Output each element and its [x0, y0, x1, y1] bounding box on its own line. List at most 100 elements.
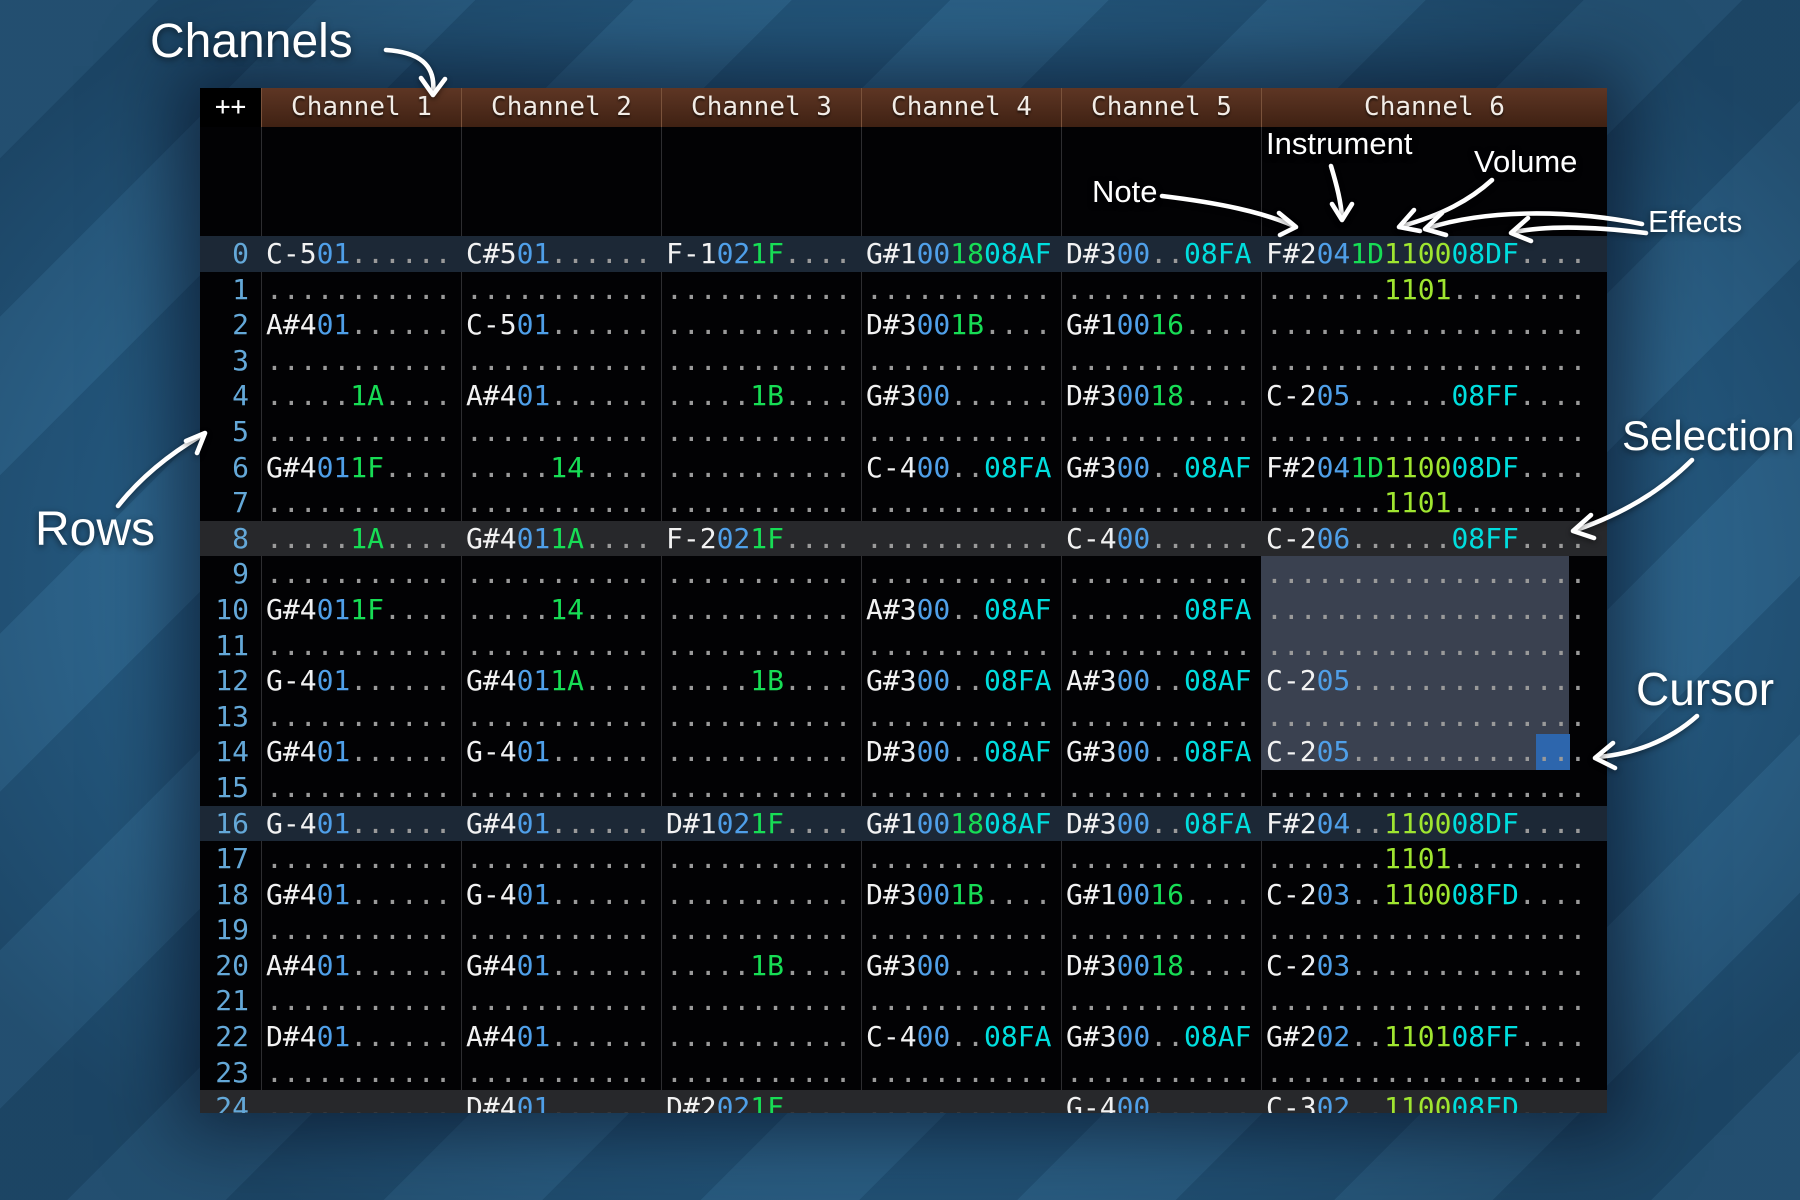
pattern-cell-ch5[interactable]: ........... — [1061, 556, 1261, 592]
pattern-cell-ch6[interactable]: F#2041D110008DF.... — [1261, 450, 1607, 486]
pattern-cell-ch1[interactable]: C-501...... — [261, 236, 461, 272]
pattern-cell-ch3[interactable]: ........... — [661, 877, 861, 913]
pattern-cell-ch5[interactable]: A#300..08AF — [1061, 663, 1261, 699]
pattern-cell-ch3[interactable]: .....1B.... — [661, 948, 861, 984]
pattern-cell-ch5[interactable]: C-400...... — [1061, 521, 1261, 557]
pattern-cell-ch3[interactable]: F-2021F.... — [661, 521, 861, 557]
pattern-cell-ch1[interactable]: ........... — [261, 628, 461, 664]
pattern-cell-ch5[interactable]: ........... — [1061, 1055, 1261, 1091]
pattern-cell-ch1[interactable]: ........... — [261, 272, 461, 308]
pattern-cell-ch2[interactable]: ........... — [461, 770, 661, 806]
pattern-cell-ch2[interactable]: .....14.... — [461, 450, 661, 486]
pattern-cell-ch3[interactable]: ........... — [661, 734, 861, 770]
pattern-cell-ch6[interactable]: ................... — [1261, 770, 1607, 806]
pattern-cell-ch5[interactable]: ........... — [1061, 770, 1261, 806]
pattern-cell-ch5[interactable]: .......08FA — [1061, 592, 1261, 628]
pattern-cell-ch1[interactable]: A#401...... — [261, 307, 461, 343]
pattern-cell-ch4[interactable]: G#1001808AF — [861, 236, 1061, 272]
pattern-cell-ch6[interactable]: F#204..110008DF.... — [1261, 806, 1607, 842]
pattern-cell-ch1[interactable]: .....1A.... — [261, 378, 461, 414]
pattern-cell-ch6[interactable]: ................... — [1261, 592, 1607, 628]
pattern-cell-ch2[interactable]: D#401...... — [461, 1090, 661, 1113]
pattern-cell-ch5[interactable]: ........... — [1061, 912, 1261, 948]
pattern-cell-ch5[interactable]: ........... — [1061, 628, 1261, 664]
pattern-cell-ch4[interactable]: ........... — [861, 414, 1061, 450]
pattern-cell-ch3[interactable]: ........... — [661, 1019, 861, 1055]
pattern-cell-ch1[interactable]: ........... — [261, 556, 461, 592]
channel-header-6[interactable]: Channel 6 — [1261, 88, 1607, 127]
pattern-cell-ch3[interactable]: .....1B.... — [661, 663, 861, 699]
pattern-cell-ch5[interactable]: D#30018.... — [1061, 378, 1261, 414]
pattern-cell-ch2[interactable]: G#401...... — [461, 948, 661, 984]
channel-header-2[interactable]: Channel 2 — [461, 88, 661, 127]
pattern-cell-ch6[interactable]: ................... — [1261, 912, 1607, 948]
pattern-cell-ch4[interactable]: ........... — [861, 343, 1061, 379]
pattern-cell-ch6[interactable]: ................... — [1261, 343, 1607, 379]
pattern-cell-ch4[interactable]: G#1001808AF — [861, 806, 1061, 842]
pattern-cell-ch2[interactable]: G#4011A.... — [461, 663, 661, 699]
pattern-cell-ch6[interactable]: F#2041D110008DF.... — [1261, 236, 1607, 272]
pattern-cell-ch2[interactable]: ........... — [461, 841, 661, 877]
pattern-cell-ch2[interactable]: ........... — [461, 414, 661, 450]
pattern-cell-ch6[interactable]: ................... — [1261, 983, 1607, 1019]
pattern-cell-ch1[interactable]: G#401...... — [261, 734, 461, 770]
pattern-cell-ch4[interactable]: ........... — [861, 983, 1061, 1019]
pattern-cell-ch5[interactable]: G#300..08AF — [1061, 1019, 1261, 1055]
pattern-cell-ch6[interactable]: G#202..110108FF.... — [1261, 1019, 1607, 1055]
pattern-cell-ch4[interactable]: ........... — [861, 1055, 1061, 1091]
pattern-cell-ch4[interactable]: ........... — [861, 699, 1061, 735]
pattern-grid[interactable]: 0C-501......C#501......F-1021F....G#1001… — [200, 127, 1607, 1113]
pattern-cell-ch5[interactable]: ........... — [1061, 272, 1261, 308]
pattern-cell-ch5[interactable]: ........... — [1061, 699, 1261, 735]
pattern-cell-ch2[interactable]: G#4011A.... — [461, 521, 661, 557]
pattern-cell-ch5[interactable]: ........... — [1061, 841, 1261, 877]
pattern-cell-ch5[interactable]: D#30018.... — [1061, 948, 1261, 984]
pattern-cell-ch5[interactable]: G#10016.... — [1061, 877, 1261, 913]
pattern-cell-ch4[interactable]: D#300..08AF — [861, 734, 1061, 770]
pattern-cell-ch6[interactable]: ................... — [1261, 1055, 1607, 1091]
pattern-cell-ch6[interactable]: C-206......08FF.... — [1261, 521, 1607, 557]
pattern-cell-ch3[interactable]: ........... — [661, 699, 861, 735]
channel-header-4[interactable]: Channel 4 — [861, 88, 1061, 127]
pattern-cell-ch3[interactable]: ........... — [661, 770, 861, 806]
pattern-cell-ch2[interactable]: C-501...... — [461, 307, 661, 343]
pattern-cell-ch5[interactable]: ........... — [1061, 343, 1261, 379]
pattern-cell-ch4[interactable]: ........... — [861, 485, 1061, 521]
pattern-cell-ch4[interactable]: ........... — [861, 556, 1061, 592]
pattern-cell-ch1[interactable]: D#401...... — [261, 1019, 461, 1055]
pattern-cell-ch5[interactable]: G#10016.... — [1061, 307, 1261, 343]
pattern-cell-ch1[interactable]: G#401...... — [261, 877, 461, 913]
pattern-cell-ch1[interactable]: G-401...... — [261, 663, 461, 699]
pattern-cell-ch3[interactable]: ........... — [661, 983, 861, 1019]
pattern-cell-ch6[interactable]: ................... — [1261, 699, 1607, 735]
pattern-cell-ch1[interactable]: ........... — [261, 485, 461, 521]
pattern-cell-ch2[interactable]: ........... — [461, 272, 661, 308]
pattern-cell-ch4[interactable]: ........... — [861, 912, 1061, 948]
pattern-cell-ch4[interactable]: ........... — [861, 272, 1061, 308]
pattern-cell-ch4[interactable]: C-400..08FA — [861, 1019, 1061, 1055]
pattern-cell-ch1[interactable]: ........... — [261, 1055, 461, 1091]
pattern-cell-ch2[interactable]: G-401...... — [461, 877, 661, 913]
pattern-cell-ch2[interactable]: G-401...... — [461, 734, 661, 770]
pattern-cell-ch5[interactable]: G#300..08AF — [1061, 450, 1261, 486]
pattern-cell-ch3[interactable]: .....1B.... — [661, 378, 861, 414]
pattern-cell-ch2[interactable]: A#401...... — [461, 378, 661, 414]
pattern-cell-ch2[interactable]: ........... — [461, 556, 661, 592]
pattern-cell-ch2[interactable]: ........... — [461, 485, 661, 521]
pattern-cell-ch6[interactable]: C-205......08FF.... — [1261, 378, 1607, 414]
pattern-cell-ch2[interactable]: G#401...... — [461, 806, 661, 842]
pattern-cell-ch1[interactable]: G-401...... — [261, 806, 461, 842]
pattern-cell-ch6[interactable]: .......1101........ — [1261, 485, 1607, 521]
pattern-cell-ch5[interactable]: G#300..08FA — [1061, 734, 1261, 770]
pattern-cell-ch1[interactable]: ........... — [261, 699, 461, 735]
channel-header-3[interactable]: Channel 3 — [661, 88, 861, 127]
pattern-cell-ch4[interactable]: ........... — [861, 841, 1061, 877]
pattern-cell-ch6[interactable]: .......1101........ — [1261, 272, 1607, 308]
pattern-cell-ch1[interactable]: ........... — [261, 1090, 461, 1113]
pattern-cell-ch6[interactable]: C-203.............. — [1261, 948, 1607, 984]
pattern-cell-ch3[interactable]: ........... — [661, 485, 861, 521]
pattern-cell-ch5[interactable]: ........... — [1061, 983, 1261, 1019]
pattern-cell-ch5[interactable]: ........... — [1061, 485, 1261, 521]
pattern-cell-ch1[interactable]: G#4011F.... — [261, 450, 461, 486]
pattern-cell-ch4[interactable]: G#300..08FA — [861, 663, 1061, 699]
